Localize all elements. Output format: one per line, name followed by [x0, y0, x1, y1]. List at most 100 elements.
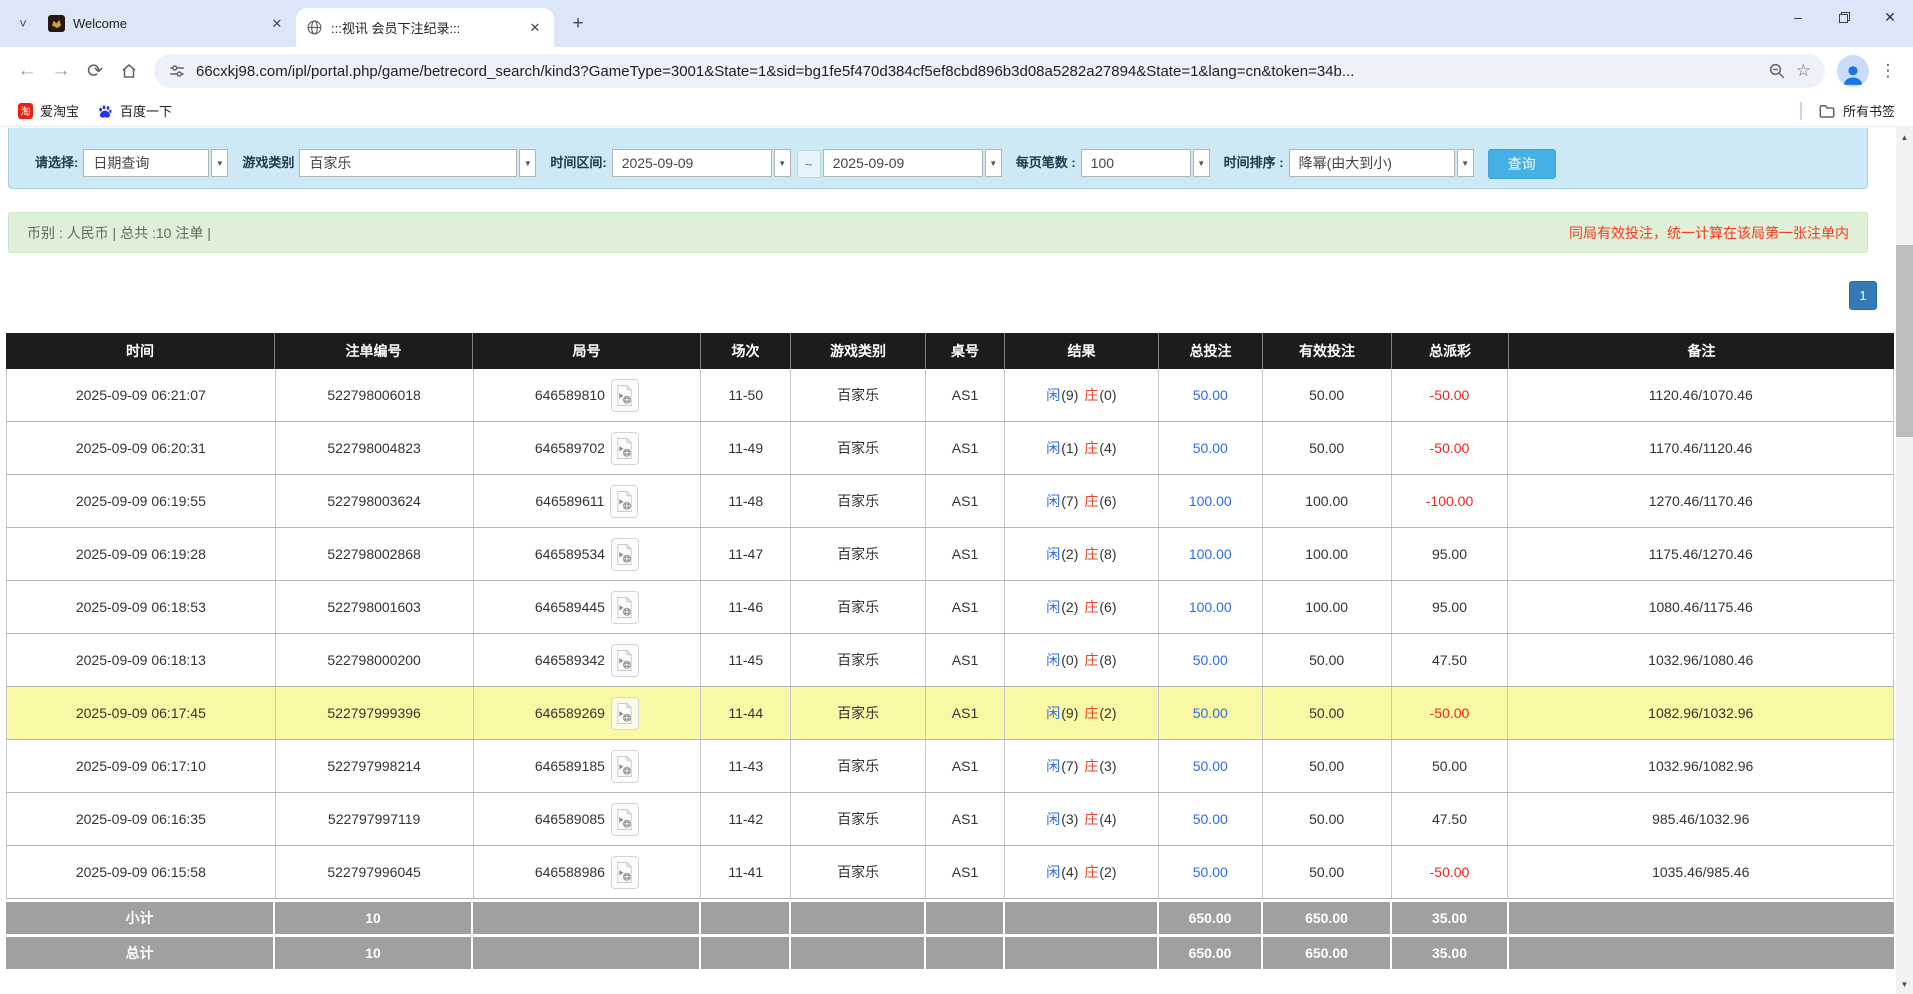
video-replay-button[interactable] [610, 485, 638, 518]
profile-avatar[interactable] [1837, 55, 1869, 87]
date-to-input[interactable]: 2025-09-09 ▼ [823, 149, 1002, 177]
search-button[interactable]: 查询 [1488, 149, 1556, 179]
zoom-icon[interactable] [1768, 62, 1786, 80]
window-maximize-button[interactable] [1821, 0, 1867, 34]
table-row: 2025-09-09 06:20:31522798004823646589702… [6, 422, 1894, 475]
forward-button[interactable]: → [44, 54, 78, 88]
window-close-button[interactable]: ✕ [1867, 0, 1913, 34]
scroll-down-arrow[interactable]: ▼ [1896, 976, 1913, 992]
tab-close-icon[interactable]: ✕ [526, 19, 544, 37]
titlebar: ˅ Welcome ✕ :::视讯 会员下注纪录::: ✕ + – ✕ [0, 0, 1913, 47]
video-replay-button[interactable] [611, 803, 639, 836]
currency-summary: 币别 : 人民币 | 总共 :10 注单 | [27, 223, 211, 243]
col-table-no: 桌号 [926, 333, 1005, 369]
reload-button[interactable]: ⟳ [78, 54, 112, 88]
cell-valid-bet: 50.00 [1263, 687, 1392, 739]
date-from-input[interactable]: 2025-09-09 ▼ [612, 149, 791, 177]
bookmark-star-icon[interactable]: ☆ [1796, 61, 1811, 81]
cell-total-bet: 100.00 [1159, 475, 1263, 527]
bookmark-label: 爱淘宝 [40, 101, 79, 120]
address-bar[interactable]: 66cxkj98.com/ipl/portal.php/game/betreco… [154, 54, 1825, 88]
footer-total-bet: 650.00 [1159, 902, 1263, 934]
sort-select[interactable]: 降幂(由大到小) ▼ [1289, 149, 1474, 177]
cell-time: 2025-09-09 06:17:10 [7, 740, 276, 792]
tab-welcome[interactable]: Welcome ✕ [38, 0, 296, 47]
cell-bet-id: 522797996045 [276, 846, 474, 898]
cell-table-no: AS1 [926, 422, 1005, 474]
chevron-down-icon[interactable]: ▼ [1193, 149, 1210, 177]
tab-search-button[interactable]: ˅ [8, 9, 38, 39]
footer-empty-cell [473, 937, 701, 969]
subtotal-row: 小计10650.00650.0035.00 [6, 902, 1894, 934]
video-replay-button[interactable] [611, 856, 639, 889]
cell-payout: -50.00 [1392, 422, 1509, 474]
site-info-icon[interactable] [168, 62, 186, 80]
cell-payout: 95.00 [1392, 528, 1509, 580]
page-size-select[interactable]: 100 ▼ [1081, 149, 1210, 177]
cell-payout: -50.00 [1392, 846, 1509, 898]
table-row: 2025-09-09 06:17:45522797999396646589269… [6, 687, 1894, 740]
cell-game-type: 百家乐 [791, 846, 926, 898]
tab-close-icon[interactable]: ✕ [268, 15, 286, 33]
cell-valid-bet: 100.00 [1263, 581, 1392, 633]
video-replay-button[interactable] [611, 591, 639, 624]
player-label: 闲 [1046, 650, 1060, 670]
cell-result: 闲(2)庄(8) [1005, 528, 1159, 580]
banker-label: 庄 [1084, 491, 1098, 511]
all-bookmarks-button[interactable]: 所有书签 [1812, 101, 1901, 120]
bookmark-baidu[interactable]: 百度一下 [91, 101, 178, 120]
video-replay-button[interactable] [611, 750, 639, 783]
tab-betrecord[interactable]: :::视讯 会员下注纪录::: ✕ [296, 8, 554, 47]
video-replay-button[interactable] [611, 697, 639, 730]
video-replay-button[interactable] [611, 644, 639, 677]
col-bet-id: 注单编号 [275, 333, 473, 369]
round-id-text: 646589269 [535, 705, 605, 721]
cell-payout: -50.00 [1392, 369, 1509, 421]
chevron-down-icon[interactable]: ▼ [774, 149, 791, 177]
col-round-id: 局号 [473, 333, 701, 369]
round-id-text: 646589611 [535, 493, 604, 509]
col-session: 场次 [701, 333, 791, 369]
folder-icon [1818, 102, 1836, 120]
cell-payout: 50.00 [1392, 740, 1509, 792]
cell-round-id: 646589085 [474, 793, 702, 845]
video-replay-button[interactable] [611, 379, 639, 412]
chevron-down-icon[interactable]: ▼ [985, 149, 1002, 177]
scroll-up-arrow[interactable]: ▲ [1896, 129, 1913, 145]
game-type-select[interactable]: 百家乐 ▼ [299, 149, 536, 177]
cell-round-id: 646589445 [474, 581, 702, 633]
cell-session: 11-41 [701, 846, 791, 898]
table-row: 2025-09-09 06:17:10522797998214646589185… [6, 740, 1894, 793]
scrollbar[interactable]: ▲ ▼ [1896, 127, 1913, 994]
home-button[interactable] [112, 54, 146, 88]
chevron-down-icon[interactable]: ▼ [211, 149, 228, 177]
cell-time: 2025-09-09 06:20:31 [7, 422, 276, 474]
cell-session: 11-49 [701, 422, 791, 474]
browser-menu-icon[interactable]: ⋮ [1873, 56, 1903, 86]
cell-session: 11-44 [701, 687, 791, 739]
query-type-select[interactable]: 日期查询 ▼ [83, 149, 228, 177]
chevron-down-icon[interactable]: ▼ [1457, 149, 1474, 177]
player-label: 闲 [1046, 597, 1060, 617]
game-type-label: 游戏类别 [242, 149, 294, 177]
pagination-page-1[interactable]: 1 [1849, 281, 1877, 310]
back-button[interactable]: ← [10, 54, 44, 88]
cell-remark: 1120.46/1070.46 [1508, 369, 1893, 421]
bookmark-aitaobao[interactable]: 淘 爱淘宝 [12, 101, 85, 120]
cell-session: 11-48 [701, 475, 791, 527]
cell-result: 闲(9)庄(2) [1005, 687, 1159, 739]
cell-bet-id: 522798004823 [276, 422, 474, 474]
scroll-thumb[interactable] [1896, 245, 1913, 437]
cell-payout: 47.50 [1392, 634, 1509, 686]
col-result: 结果 [1005, 333, 1159, 369]
chevron-down-icon[interactable]: ▼ [519, 149, 536, 177]
cell-bet-id: 522798002868 [276, 528, 474, 580]
window-minimize-button[interactable]: – [1775, 0, 1821, 34]
cell-bet-id: 522798006018 [276, 369, 474, 421]
video-replay-button[interactable] [611, 538, 639, 571]
url-text[interactable]: 66cxkj98.com/ipl/portal.php/game/betreco… [196, 63, 1758, 80]
video-replay-button[interactable] [611, 432, 639, 465]
footer-empty-cell [1509, 937, 1894, 969]
cell-table-no: AS1 [926, 581, 1005, 633]
new-tab-button[interactable]: + [564, 10, 592, 38]
